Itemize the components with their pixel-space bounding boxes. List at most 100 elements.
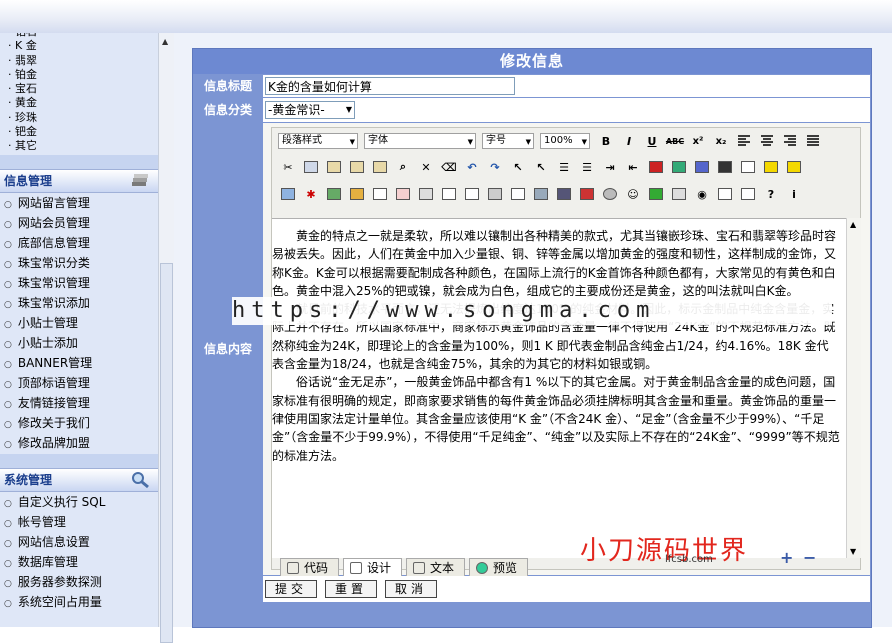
menu-item-franchise[interactable]: ○ 修改品牌加盟 [0,433,158,453]
insert-special-button[interactable] [577,185,597,203]
menu-item-sql[interactable]: ○ 自定义执行 SQL [0,492,158,512]
indent-button[interactable]: ⇥ [600,158,620,176]
category-item[interactable]: · 钯金 [8,125,37,139]
menu-item-database[interactable]: ○ 数据库管理 [0,552,158,572]
info-section-header[interactable]: 信息管理 [0,169,158,193]
insert-textarea-button[interactable] [462,185,482,203]
menu-item-links[interactable]: ○ 友情链接管理 [0,393,158,413]
editor-content-area[interactable]: 黄金的特点之一就是柔软，所以难以镶制出各种精美的款式，尤其当镶嵌珍珠、宝石和翡翠… [272,218,846,558]
zoom-in-button[interactable]: + [780,548,793,567]
font-select[interactable]: 字体 ▼ [364,133,476,149]
subscript-button[interactable]: x₂ [711,132,731,150]
editor-scrollbar[interactable]: ▲ ▼ [846,218,861,558]
tab-preview[interactable]: 预览 [469,558,529,578]
help-button[interactable]: ? [761,185,781,203]
insert-date-button[interactable] [669,185,689,203]
ordered-list-button[interactable]: ☰ [554,158,574,176]
category-select[interactable]: -黄金常识- ▼ [265,101,355,119]
menu-item-footer-info[interactable]: ○ 底部信息管理 [0,233,158,253]
paste-word-button[interactable] [370,158,390,176]
unordered-list-button[interactable]: ☰ [577,158,597,176]
menu-item-knowledge-category[interactable]: ○ 珠宝常识分类 [0,253,158,273]
tab-design[interactable]: 设计 [343,558,403,578]
menu-item-knowledge-add[interactable]: ○ 珠宝常识添加 [0,293,158,313]
menu-item-site-settings[interactable]: ○ 网站信息设置 [0,532,158,552]
scroll-up-icon[interactable]: ▲ [850,220,856,229]
remove-format-button[interactable] [715,158,735,176]
find-button[interactable]: ⌕ [393,158,413,176]
insert-home-button[interactable] [347,185,367,203]
note-button[interactable] [761,158,781,176]
copy-button[interactable] [301,158,321,176]
bold-button[interactable]: B [596,132,616,150]
table-row-button[interactable] [393,185,413,203]
justify-button[interactable] [803,132,823,150]
align-center-button[interactable] [757,132,777,150]
menu-item-guestbook[interactable]: ○ 网站留言管理 [0,193,158,213]
category-item[interactable]: · 珍珠 [8,111,37,125]
table-column-button[interactable] [416,185,436,203]
redo-button[interactable]: ↷ [485,158,505,176]
title-input[interactable] [265,77,515,95]
italic-button[interactable]: I [619,132,639,150]
superscript-button[interactable]: x² [688,132,708,150]
reset-button[interactable]: 重置 [325,580,377,598]
paste-text-button[interactable] [347,158,367,176]
block-color-button[interactable] [692,158,712,176]
paragraph-style-select[interactable]: 段落样式 ▼ [278,133,358,149]
insert-media-button[interactable] [324,185,344,203]
delete-button[interactable]: ✕ [416,158,436,176]
font-size-select[interactable]: 字号 ▼ [482,133,534,149]
about-button[interactable]: i [784,185,804,203]
bg-color-button[interactable] [669,158,689,176]
cut-button[interactable]: ✂ [278,158,298,176]
tab-code[interactable]: 代码 [280,558,340,578]
menu-item-members[interactable]: ○ 网站会员管理 [0,213,158,233]
insert-clipart-button[interactable] [600,185,620,203]
insert-excel-button[interactable] [646,185,666,203]
zoom-out-button[interactable]: − [803,548,816,567]
category-item[interactable]: · 铂金 [8,68,37,82]
submit-button[interactable]: 提交 [265,580,317,598]
insert-image-button[interactable] [278,185,298,203]
category-item[interactable]: · 宝石 [8,82,37,96]
menu-item-disk-usage[interactable]: ○ 系统空间占用量 [0,592,158,612]
scrollbar-thumb[interactable] [160,263,173,643]
menu-item-slogan[interactable]: ○ 顶部标语管理 [0,373,158,393]
undo-button[interactable]: ↶ [462,158,482,176]
scroll-down-icon[interactable]: ▼ [850,547,856,556]
abs-position-button[interactable]: ↖ [531,158,551,176]
fullscreen-button[interactable] [738,185,758,203]
insert-time-button[interactable]: ◉ [692,185,712,203]
menu-item-tips-add[interactable]: ○ 小贴士添加 [0,333,158,353]
menu-item-knowledge-manage[interactable]: ○ 珠宝常识管理 [0,273,158,293]
insert-emoticon-button[interactable]: ☺ [623,185,643,203]
eraser-button[interactable]: ⌫ [439,158,459,176]
select-button[interactable]: ↖ [508,158,528,176]
note-alt-button[interactable] [784,158,804,176]
menu-item-banner[interactable]: ○ BANNER管理 [0,353,158,373]
category-item[interactable]: · K 金 [8,39,37,53]
menu-item-accounts[interactable]: ○ 帐号管理 [0,512,158,532]
zoom-select[interactable]: 100% ▼ [540,133,590,149]
system-section-header[interactable]: 系统管理 [0,468,158,492]
align-left-button[interactable] [734,132,754,150]
paste-button[interactable] [324,158,344,176]
tab-text[interactable]: 文本 [406,558,466,578]
strikethrough-button[interactable]: ABC [665,132,685,150]
frame-button[interactable] [738,158,758,176]
insert-form-button[interactable] [439,185,459,203]
insert-link-button[interactable] [531,185,551,203]
category-item[interactable]: · 黄金 [8,96,37,110]
category-item[interactable]: · 其它 [8,139,37,153]
cancel-button[interactable]: 取消 [385,580,437,598]
menu-item-server-probe[interactable]: ○ 服务器参数探测 [0,572,158,592]
insert-hr-button[interactable] [485,185,505,203]
sidebar-scrollbar[interactable]: ▲ [158,33,174,643]
outdent-button[interactable]: ⇤ [623,158,643,176]
font-color-button[interactable] [646,158,666,176]
insert-flash-button[interactable]: ✱ [301,185,321,203]
insert-table-button[interactable] [370,185,390,203]
menu-item-tips-manage[interactable]: ○ 小贴士管理 [0,313,158,333]
scroll-up-icon[interactable]: ▲ [162,37,168,46]
